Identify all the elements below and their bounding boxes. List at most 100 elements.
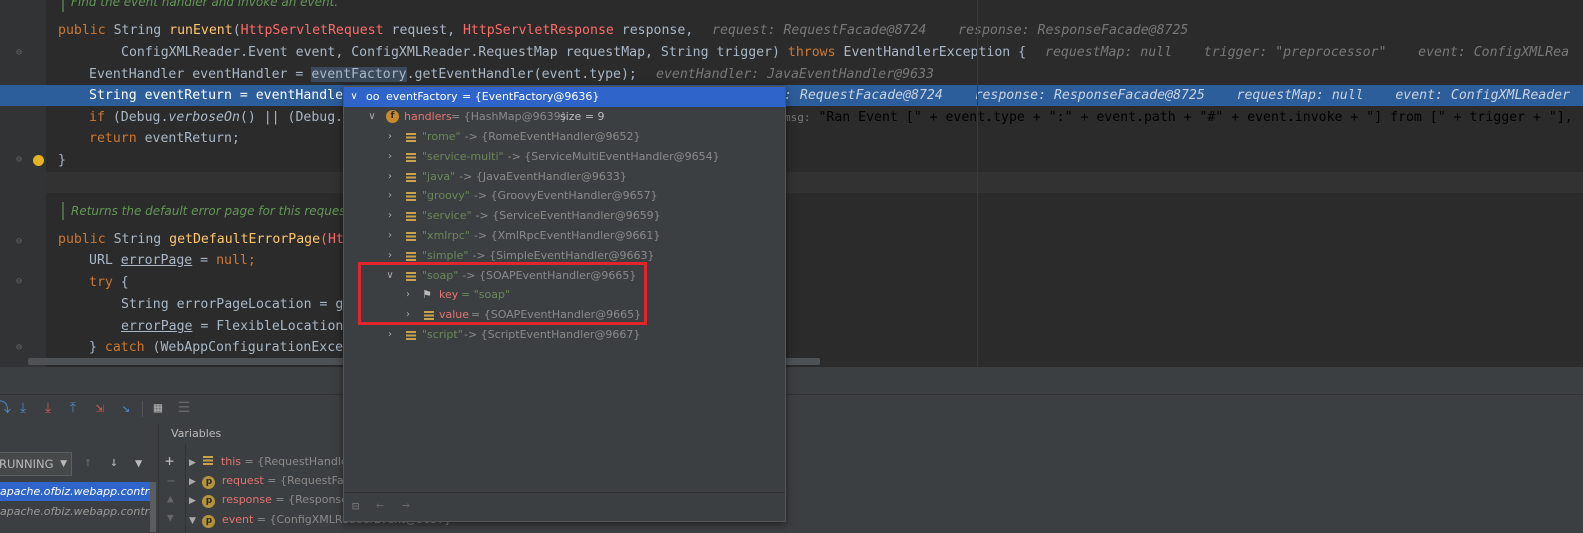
code-line-13[interactable]: } catch (WebAppConfigurationExce [89,337,343,358]
annotation-highlight-box [358,262,647,325]
code-line-5-tail[interactable]: msg: "Ran Event [" + event.type + ":" + … [784,107,1583,128]
entry-value: -> {JavaEventHandler@9633} [459,169,627,183]
expand-arrow-icon[interactable]: ▶ [189,477,196,487]
drop-frame-icon[interactable]: ⇲ [92,400,108,416]
lightbulb-icon[interactable] [33,155,44,166]
code-line-1[interactable]: public String runEvent(HttpServletReques… [58,20,693,41]
collapse-arrow-icon[interactable]: ∨ [366,107,378,127]
code-line-12[interactable]: errorPage = FlexibleLocation [121,316,343,337]
variable-row-request[interactable]: ▶ p request = {RequestFac [189,471,350,490]
move-down-icon[interactable]: ▼ [167,511,174,524]
expand-arrow-icon[interactable]: › [384,127,396,147]
code-line-10[interactable]: try { [89,272,129,293]
frames-scrollbar[interactable] [150,482,156,532]
entry-value: -> {XmlRpcEventHandler@9661} [473,229,661,242]
fold-icon[interactable]: ⊖ [16,47,22,58]
run-to-cursor-icon[interactable]: ↘ [118,400,134,416]
expand-arrow-icon[interactable]: › [384,325,396,345]
popup-root-row[interactable]: ∨ oo eventFactory = {EventFactory@9636} [344,87,785,107]
divider [142,401,143,417]
fold-icon[interactable]: ⊖ [16,236,22,247]
field-name: handlers [404,110,452,123]
watch-glasses-icon: oo [366,90,380,103]
fold-icon[interactable]: ⊖ [16,342,22,353]
tree-row-entry[interactable]: › "service-multi" -> {ServiceMultiEventHan… [344,147,785,167]
value-tooltip-popup[interactable]: ∨ oo eventFactory = {EventFactory@9636} … [343,86,786,522]
thread-selector[interactable]: RUNNING ▼ [0,452,72,476]
code-line-11[interactable]: String errorPageLocation = g [121,294,343,315]
inline-value-hint: requestMap: null trigger: "preprocessor"… [1045,45,1570,60]
entry-key: "groovy" [422,189,470,203]
code-line-6[interactable]: return eventReturn; [89,128,240,149]
doc-comment: Find the event handler and invoke an eve… [71,0,339,9]
frame-item[interactable]: apache.ofbiz.webapp.control) [0,502,150,521]
variable-value: = {RequestFac [267,474,350,487]
variables-divider [185,444,186,533]
evaluate-expression-icon[interactable]: ▦ [150,400,166,416]
variable-row-response[interactable]: ▶ p response = {Response [189,490,348,509]
tree-row-entry[interactable]: › "xmlrpc" -> {XmlRpcEventHandler@9661} [344,226,785,246]
expand-arrow-icon[interactable]: › [384,167,396,187]
expand-arrow-icon[interactable]: › [384,147,396,167]
fold-icon[interactable]: ⊖ [16,276,22,287]
expand-arrow-icon[interactable]: › [384,206,396,226]
frame-item-selected[interactable]: apache.ofbiz.webapp.control) [0,482,150,501]
trace-icon[interactable]: ☰ [176,400,192,416]
down-arrow-icon[interactable]: ↓ [110,455,118,470]
popup-footer: ⊟ ← → [344,492,785,521]
up-arrow-icon[interactable]: ↑ [84,455,92,470]
entry-key: "simple" [422,248,469,262]
code-line-4[interactable]: String eventReturn = eventHandle [89,85,343,106]
parameter-icon: p [202,476,216,489]
tree-row-entry[interactable]: › "groovy" -> {GroovyEventHandler@9657} [344,186,785,206]
entry-value: -> {ServiceEventHandler@9659} [475,209,661,223]
code-line-5[interactable]: if (Debug.verboseOn() || (Debug. [89,107,343,128]
collapse-arrow-icon[interactable]: ∨ [348,87,360,107]
step-over-icon[interactable]: ⤵ [0,400,12,416]
variable-row-this[interactable]: ▶ this = {RequestHandle [189,452,348,471]
tree-row-script[interactable]: › "script" -> {ScriptEventHandler@9667} [344,325,785,345]
tree-row-entry[interactable]: › "java" -> {JavaEventHandler@9633} [344,167,785,187]
variable-value: = {Response [275,493,348,506]
expand-arrow-icon[interactable]: ▶ [189,496,196,506]
fold-icon[interactable]: ⊖ [16,154,22,165]
entry-key: "script" [422,328,463,341]
variable-value: = {RequestHandle [244,455,348,468]
expand-arrow-icon[interactable]: › [384,226,396,246]
entry-value: -> {ScriptEventHandler@9667} [464,328,641,341]
tree-row-entry[interactable]: › "rome" -> {RomeEventHandler@9652} [344,127,785,147]
expand-arrow-icon[interactable]: › [384,186,396,206]
code-line-3[interactable]: EventHandler eventHandler = eventFactory… [89,64,637,85]
code-line-2[interactable]: ConfigXMLReader.Event event, ConfigXMLRe… [121,42,1026,63]
entry-key: "java" [422,169,456,183]
pin-icon[interactable]: ⊟ [352,499,359,513]
forward-icon[interactable]: → [402,498,410,513]
code-line-8[interactable]: public String getDefaultErrorPage(Ht [58,229,344,250]
code-line-7[interactable]: } [58,150,66,171]
entry-value: -> {ServiceMultiEventHandler@9654} [507,149,720,163]
force-step-into-icon[interactable]: ⤓ [40,400,56,416]
list-icon [406,192,416,202]
chevron-down-icon: ▼ [60,459,67,469]
step-into-icon[interactable]: ⤓ [15,400,31,416]
list-icon [406,212,416,222]
code-line-9[interactable]: URL errorPage = null; [89,250,256,271]
back-icon[interactable]: ← [376,498,384,513]
list-icon [406,331,416,340]
remove-watch-icon[interactable]: − [167,474,175,489]
tree-row-handlers[interactable]: ∨ f handlers = {HashMap@9639} size = 9 [344,107,785,127]
filter-icon[interactable]: ▼ [135,456,142,470]
parameter-icon: p [202,495,216,508]
list-icon [203,456,214,465]
frame-label: apache.ofbiz.webapp.control) [0,505,150,518]
step-out-icon[interactable]: ⤒ [65,400,81,416]
move-up-icon[interactable]: ▲ [167,492,174,505]
variable-name: event [221,513,254,526]
code-editor[interactable]: ⊖ ⊖ ⊖ ⊖ ⊖ Find the event handler and inv… [0,0,1583,367]
add-watch-icon[interactable]: + [165,452,174,470]
expand-arrow-icon[interactable]: ▶ [189,458,196,468]
entry-value: -> {RomeEventHandler@9652} [464,130,641,143]
collapse-arrow-icon[interactable]: ▼ [189,516,196,526]
tree-row-entry[interactable]: › "service" -> {ServiceEventHandler@9659} [344,206,785,226]
editor-gutter[interactable] [0,0,46,367]
